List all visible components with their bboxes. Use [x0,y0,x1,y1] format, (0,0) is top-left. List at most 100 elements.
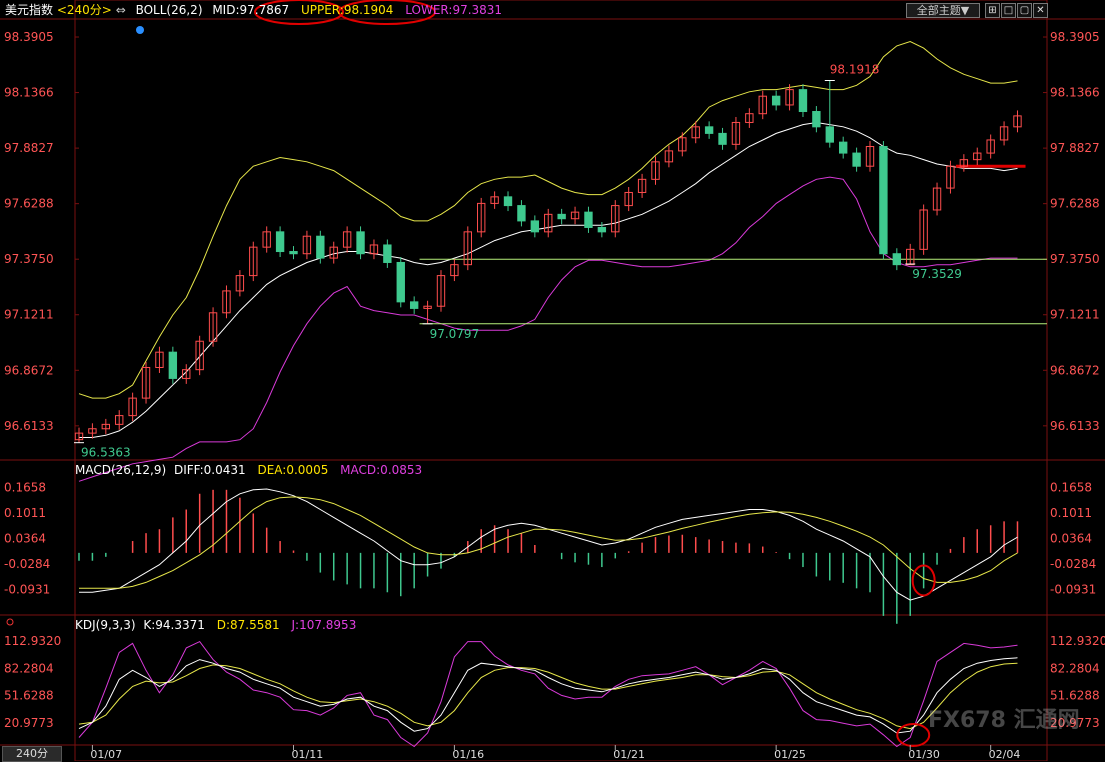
timeframe-button[interactable]: 240分 [2,746,62,762]
x-tick-label: 01/16 [452,748,484,761]
x-tick-label: 02/04 [989,748,1021,761]
candle-body [383,244,392,263]
macd-y-tick-label-right: 0.1011 [1050,506,1092,520]
candle-body [503,196,513,207]
y-tick-label-left: 96.8672 [4,363,54,377]
kdj-y-tick-label-left: 51.6288 [4,689,54,703]
restore-icon[interactable]: □ [1001,3,1016,18]
macd-y-tick-label-left: -0.0284 [4,557,50,571]
y-tick-label-right: 98.1366 [1050,86,1100,100]
candle-body [852,152,861,167]
macd-y-tick-label-left: 0.0364 [4,532,46,546]
y-tick-label-left: 96.6133 [4,419,54,433]
candle-body [275,231,285,253]
y-tick-label-left: 98.1366 [4,86,54,100]
kdj-j-value: J:107.8953 [291,618,357,632]
y-tick-label-left: 97.3750 [4,252,54,266]
y-tick-label-right: 96.6133 [1050,419,1100,433]
kdj-k-line [78,657,1018,734]
candle-body [718,132,727,145]
x-tick-label: 01/07 [90,748,122,761]
macd-name[interactable]: MACD(26,12,9) [75,463,166,477]
candle-body [812,111,821,128]
kdj-header: KDJ(9,3,3) K:94.3371 D:87.5581 J:107.895… [75,618,356,632]
grid-icon[interactable]: ⊞ [985,3,1000,18]
x-tick-label: 01/11 [292,748,324,761]
x-tick-label: 01/25 [774,748,806,761]
candle-body [839,141,848,154]
candle-body [530,220,540,233]
period-switch-icon[interactable]: ⇔ [116,3,126,17]
candle-body [316,235,325,259]
candle-body [879,146,888,255]
macd-header: MACD(26,12,9) DIFF:0.0431 DEA:0.0005 MAC… [75,463,422,477]
y-tick-label-left: 97.8827 [4,141,54,155]
macd-y-tick-label-left: -0.0931 [4,583,50,597]
extreme-label: 97.0797 [430,327,480,341]
candle-body [356,231,365,255]
macd-y-tick-label-right: -0.0284 [1050,557,1096,571]
y-tick-label-right: 97.8827 [1050,141,1100,155]
chart-canvas[interactable]: 98.3905 98.3905 98.1366 98.1366 97.8827 97.88… [0,0,1105,761]
kdj-k-value: K:94.3371 [143,618,205,632]
candle-body [771,95,781,106]
kdj-y-tick-label-left: 20.9773 [4,716,54,730]
theme-dropdown-button[interactable]: 全部主题▼ [906,3,980,18]
x-tick-label: 01/21 [613,748,645,761]
x-tick-label: 01/30 [908,748,940,761]
boll-mid-value: MID:97.7867 [212,3,290,17]
candle-body [517,205,526,222]
macd-macd-value: MACD:0.0853 [340,463,423,477]
candle-body [289,251,298,255]
macd-diff-line [79,488,1018,601]
indicator-label[interactable]: BOLL(26,2) [136,3,203,17]
watermark: FX678 汇通网 [928,708,1080,733]
y-tick-label-left: 97.1211 [4,308,54,322]
macd-y-tick-label-left: 0.1658 [4,481,46,495]
main-header: 美元指数 <240分> ⇔ BOLL(26,2) MID:97.7867 UPP… [5,3,502,17]
y-tick-label-left: 97.6288 [4,197,54,211]
y-tick-label-left: 98.3905 [4,30,54,44]
candle-body [396,261,405,303]
macd-y-tick-label-left: 0.1011 [4,506,46,520]
boll-lower-value: LOWER:97.3831 [405,3,503,17]
kdj-y-tick-label-right: 51.6288 [1050,689,1100,703]
kdj-d-value: D:87.5581 [216,618,280,632]
close-icon[interactable]: ✕ [1033,3,1048,18]
candle-body [825,126,834,143]
maximize-icon[interactable]: ▢ [1017,3,1032,18]
y-tick-label-right: 96.8672 [1050,363,1100,377]
candle-body [704,126,714,134]
kdj-y-tick-label-right: 82.2804 [1050,661,1100,675]
plot-frame [74,0,1048,761]
extreme-label: 97.3529 [912,267,962,281]
kdj-d-line [78,662,1018,730]
candle-body [892,253,902,266]
macd-y-tick-label-right: 0.1658 [1050,481,1092,495]
y-tick-label-right: 97.1211 [1050,308,1100,322]
candle-body [798,89,808,113]
settings-dot-icon [6,618,14,626]
symbol-label: 美元指数 [5,3,54,17]
status-dot [136,26,144,34]
kdj-y-tick-label-left: 112.9320 [4,634,61,648]
y-tick-label-right: 97.3750 [1050,252,1100,266]
macd-y-tick-label-right: -0.0931 [1050,583,1096,597]
period-label[interactable]: <240分> [57,3,112,17]
y-tick-label-right: 97.6288 [1050,197,1100,211]
candle-body [597,226,607,233]
candle-body [168,351,178,379]
candle-body [557,213,566,220]
macd-y-tick-label-right: 0.0364 [1050,532,1092,546]
macd-dea-value: DEA:0.0005 [257,463,329,477]
candle-body [584,211,593,228]
kdj-name[interactable]: KDJ(9,3,3) [75,618,136,632]
extreme-label: 98.1918 [830,62,880,76]
macd-diff-value: DIFF:0.0431 [173,463,246,477]
y-tick-label-right: 98.3905 [1050,30,1100,44]
kdj-y-tick-label-right: 112.9320 [1050,634,1105,648]
candle-body [409,301,419,309]
extreme-label: 96.5363 [81,446,131,460]
boll-upper-value: UPPER:98.1904 [300,3,394,17]
kdj-j-line [78,640,1018,748]
